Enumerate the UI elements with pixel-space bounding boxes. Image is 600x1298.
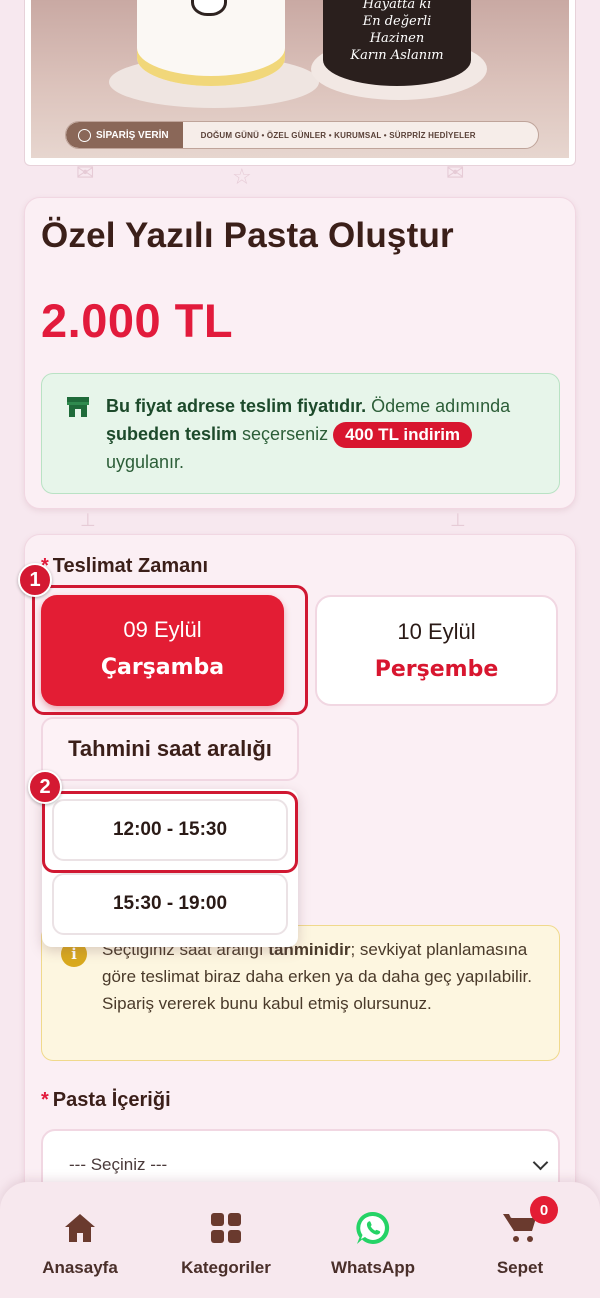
- decorative-hanger-icon: ⊥: [450, 510, 466, 530]
- bottom-navigation: Anasayfa Kategoriler WhatsApp 0 Sepet: [0, 1182, 600, 1298]
- product-price: 2.000 TL: [41, 294, 234, 347]
- home-icon: [65, 1214, 95, 1242]
- notice-bold-text: şubeden teslim: [106, 424, 238, 444]
- nav-label: WhatsApp: [330, 1258, 416, 1277]
- cart-count-badge: 0: [530, 1196, 558, 1224]
- cake-text-line: En değerli: [362, 14, 432, 29]
- notice-text: uygulanır.: [106, 452, 185, 472]
- nav-item-home[interactable]: Anasayfa: [20, 1210, 140, 1278]
- promo-banner[interactable]: Hayatta ki En değerli Hazinen Karın Asla…: [24, 0, 576, 166]
- date-text: 09 Eylül: [123, 617, 202, 642]
- decorative-hanger-icon: ⊥: [80, 510, 96, 530]
- nav-item-categories[interactable]: Kategoriler: [166, 1210, 286, 1278]
- time-slot-option[interactable]: 15:30 - 19:00: [52, 873, 288, 935]
- step-badge: 1: [18, 563, 52, 597]
- notice-text: Ödeme adımında: [366, 396, 511, 416]
- notice-text: seçerseniz: [237, 424, 334, 444]
- cake-content-label-text: Pasta İçeriği: [52, 1089, 171, 1111]
- discount-badge: 400 TL indirim: [333, 422, 473, 448]
- nav-label: Sepet: [496, 1258, 544, 1277]
- banner-order-button[interactable]: SİPARİŞ VERİN: [66, 122, 183, 148]
- banner-tags: DOĞUM GÜNÜ • ÖZEL GÜNLER • KURUMSAL • SÜ…: [200, 130, 476, 140]
- nav-item-cart[interactable]: 0 Sepet: [460, 1196, 580, 1278]
- decorative-star-icon: ☆: [232, 164, 252, 189]
- banner-bar: SİPARİŞ VERİN DOĞUM GÜNÜ • ÖZEL GÜNLER •…: [65, 121, 539, 149]
- store-icon: [67, 397, 89, 417]
- dark-cake-image: Hayatta ki En değerli Hazinen Karın Asla…: [323, 0, 471, 86]
- delivery-price-notice: Bu fiyat adrese teslim fiyatıdır. Ödeme …: [41, 373, 560, 494]
- time-slot-dropdown: 12:00 - 15:30 15:30 - 19:00: [42, 789, 298, 947]
- chevron-down-icon: [532, 1154, 549, 1171]
- product-title: Özel Yazılı Pasta Oluştur: [41, 216, 454, 255]
- cake-content-label: * Pasta İçeriği: [41, 1089, 171, 1112]
- banner-image: Hayatta ki En değerli Hazinen Karın Asla…: [31, 0, 569, 158]
- date-option-selected[interactable]: 09 Eylül Çarşamba: [41, 595, 284, 706]
- order-form-card: *Teslimat Zamanı 09 Eylül Çarşamba 10 Ey…: [18, 534, 576, 1254]
- cake-text-line: Karın Aslanım: [350, 48, 444, 63]
- delivery-time-label-text: Teslimat Zamanı: [52, 555, 209, 577]
- date-option[interactable]: 10 Eylül Perşembe: [315, 595, 558, 706]
- weekday-text: Çarşamba: [100, 655, 225, 680]
- notice-bold-text: Bu fiyat adrese teslim fiyatıdır.: [106, 396, 367, 416]
- date-text: 10 Eylül: [397, 619, 476, 644]
- cake-text-line: Hayatta ki: [362, 0, 432, 12]
- time-range-label: Tahmini saat aralığı: [41, 717, 299, 781]
- nav-label: Anasayfa: [42, 1258, 118, 1277]
- delivery-time-label: *Teslimat Zamanı: [41, 555, 208, 578]
- weekday-text: Perşembe: [374, 657, 499, 682]
- grid-icon: [211, 1213, 241, 1243]
- time-slot-option[interactable]: 12:00 - 15:30: [52, 799, 288, 861]
- whatsapp-icon: [78, 128, 91, 142]
- whatsapp-icon: [356, 1211, 390, 1244]
- product-card: Özel Yazılı Pasta Oluştur 2.000 TL Bu fi…: [24, 197, 576, 509]
- required-mark: *: [41, 1089, 49, 1111]
- select-value: --- Seçiniz ---: [69, 1155, 168, 1174]
- step-badge: 2: [28, 770, 62, 804]
- cake-text-line: Hazinen: [369, 31, 425, 46]
- nav-label: Kategoriler: [181, 1258, 271, 1277]
- banner-order-label: SİPARİŞ VERİN: [96, 129, 169, 141]
- nav-item-whatsapp[interactable]: WhatsApp: [313, 1210, 433, 1278]
